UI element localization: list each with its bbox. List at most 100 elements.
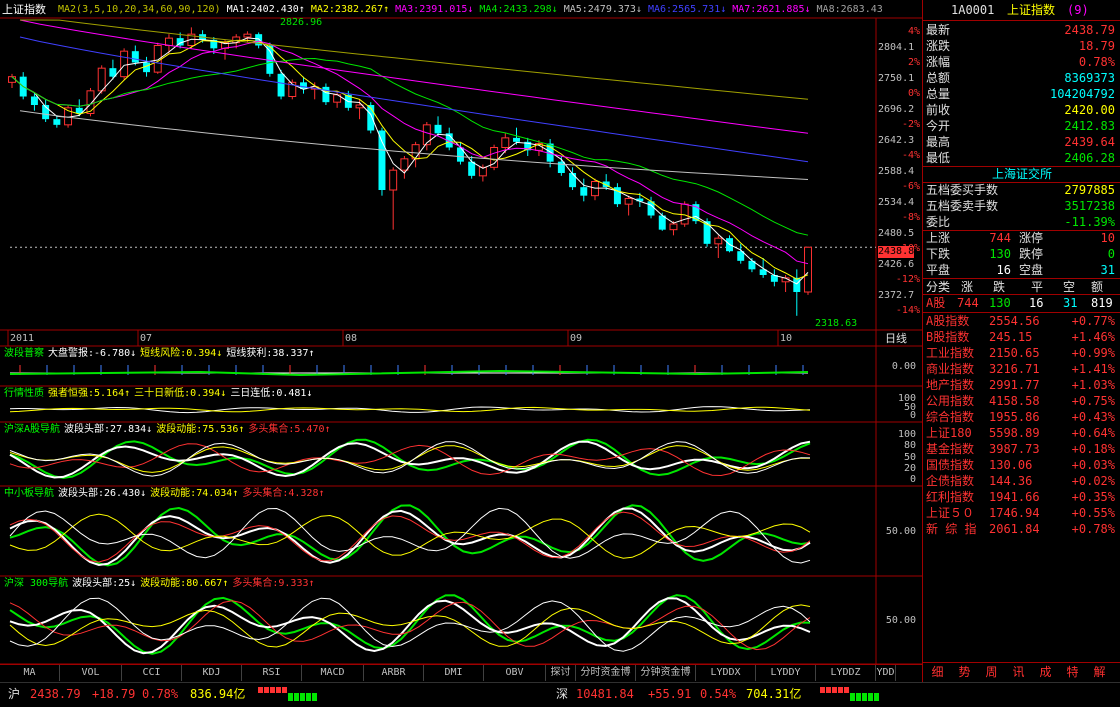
- index-row[interactable]: 基金指数 3987.73 +0.18%: [923, 441, 1120, 457]
- index-change: +0.02%: [1071, 474, 1115, 488]
- index-row[interactable]: A股指数 2554.56 +0.77%: [923, 313, 1120, 329]
- stock-name: 上证指数: [1007, 3, 1056, 17]
- index-name: 综合指数: [926, 410, 975, 424]
- indicator-tab[interactable]: 分时资金博: [576, 665, 636, 681]
- subchart-axis-label: 80: [903, 440, 916, 452]
- axis-pct-label: -12%: [895, 274, 920, 285]
- index-row[interactable]: B股指数 245.15 +1.46%: [923, 329, 1120, 345]
- panel-tab[interactable]: 周: [981, 664, 1002, 681]
- index-row[interactable]: 地产指数 2991.77 +1.03%: [923, 377, 1120, 393]
- bar-segment: [258, 687, 263, 693]
- panel-tab[interactable]: 解: [1089, 664, 1110, 681]
- indicator-tab[interactable]: KDJ: [182, 665, 242, 681]
- candle-body: [501, 137, 510, 149]
- legend-item: 波段动能:75.536↑: [156, 424, 245, 435]
- panel-tab[interactable]: 成: [1035, 664, 1056, 681]
- quote-value: 18.79: [1078, 39, 1115, 53]
- quote-row: 涨幅 0.78%: [923, 54, 1120, 70]
- quote-label: 总量: [926, 87, 951, 101]
- indicator-tab[interactable]: 探讨: [546, 665, 576, 681]
- quote-value: 2439.64: [1064, 135, 1115, 149]
- quote-row: 前收 2420.00: [923, 102, 1120, 118]
- index-row[interactable]: 企债指数 144.36 +0.02%: [923, 473, 1120, 489]
- period-label[interactable]: 日线: [885, 333, 907, 345]
- subchart-axis-label: 50.00: [885, 614, 916, 626]
- index-row[interactable]: 国债指数 130.06 +0.03%: [923, 457, 1120, 473]
- axis-pct-label: -14%: [895, 305, 920, 316]
- index-name: 地产指数: [926, 378, 975, 392]
- panel-tab[interactable]: 特: [1062, 664, 1083, 681]
- indicator-tab[interactable]: OBV: [484, 665, 546, 681]
- index-row[interactable]: 公用指数 4158.58 +0.75%: [923, 393, 1120, 409]
- legend-item: 沪深 300导航: [4, 578, 69, 589]
- breadth-label: 下跌: [926, 247, 951, 261]
- indicator-tab[interactable]: LYDDY: [756, 665, 816, 681]
- class-header-cell: 平: [1031, 280, 1044, 294]
- subchart-legend: 行情性质 强者恒强:5.164↑ 三十日新低:0.394↓ 三日连低:0.481↓: [4, 388, 316, 400]
- class-cell: 819: [1091, 296, 1113, 310]
- index-change: +0.78%: [1071, 522, 1115, 536]
- index-row[interactable]: 工业指数 2150.65 +0.99%: [923, 345, 1120, 361]
- class-cell: 130: [989, 296, 1011, 310]
- index-name: 上证180: [926, 426, 972, 440]
- axis-price-label: 2804.1: [878, 42, 915, 53]
- chart-area[interactable]: 上证指数 MA2(3,5,10,20,34,60,90,120) MA1:2402…: [0, 0, 922, 706]
- legend-item: 强者恒强:5.164↑: [48, 388, 131, 399]
- index-row[interactable]: 红利指数 1941.66 +0.35%: [923, 489, 1120, 505]
- quote-value: 0.78%: [1078, 55, 1115, 69]
- indicator-tab[interactable]: LYDDX: [696, 665, 756, 681]
- order-row: 委比 -11.39%: [923, 214, 1120, 230]
- panel-tab[interactable]: 势: [954, 664, 975, 681]
- panel-tab[interactable]: 讯: [1008, 664, 1029, 681]
- date-label: 09: [570, 333, 583, 344]
- panel-divider: [923, 230, 1120, 231]
- current-price-tag: 2438.8: [878, 246, 915, 258]
- subchart-legend: 波段普察 大盘警报:-6.780↓ 短线风险:0.394↓ 短线获利:38.337↑: [4, 348, 319, 360]
- panel-divider: [923, 312, 1120, 313]
- breadth-label: 涨停: [1019, 231, 1044, 245]
- index-row[interactable]: 上证180 5598.89 +0.64%: [923, 425, 1120, 441]
- indicator-tab[interactable]: CCI: [122, 665, 182, 681]
- class-header-cell: 额: [1091, 280, 1104, 294]
- indicator-tab[interactable]: MACD: [302, 665, 364, 681]
- quote-row: 最低 2406.28: [923, 150, 1120, 166]
- indicator-tab[interactable]: RSI: [242, 665, 302, 681]
- indicator-tab[interactable]: YDD: [876, 665, 896, 681]
- axis-pct-label: -4%: [901, 150, 920, 161]
- index-row[interactable]: 新 综 指 2061.84 +0.78%: [923, 521, 1120, 537]
- class-row[interactable]: A股 744 130 16 31 819: [923, 295, 1120, 311]
- sh-pct: 0.78%: [142, 687, 179, 701]
- bar-segment: [288, 693, 293, 701]
- panel-tab[interactable]: 细: [927, 664, 948, 681]
- axis-price-label: 2588.4: [878, 166, 915, 177]
- indicator-tab[interactable]: 分钟资金博: [636, 665, 696, 681]
- stock-badge: (9): [1067, 3, 1089, 17]
- quote-value: 8369373: [1064, 71, 1115, 85]
- indicator-tab[interactable]: VOL: [60, 665, 122, 681]
- index-change: +0.99%: [1071, 346, 1115, 360]
- indicator-tab[interactable]: ARBR: [364, 665, 424, 681]
- subchart-axis-label: 0: [909, 474, 916, 485]
- low-label: 2318.63: [815, 318, 858, 329]
- indicator-tab[interactable]: MA: [0, 665, 60, 681]
- axis-pct-label: -8%: [901, 212, 920, 223]
- index-row[interactable]: 上证５０ 1746.94 +0.55%: [923, 505, 1120, 521]
- order-value: 3517238: [1064, 199, 1115, 213]
- bar-segment: [270, 687, 275, 693]
- indicator-tab[interactable]: DMI: [424, 665, 484, 681]
- sz-amount: 704.31亿: [746, 687, 802, 701]
- indicator-line: [9, 369, 809, 377]
- index-value: 2150.65: [989, 346, 1040, 360]
- candle-body: [669, 223, 678, 231]
- index-row[interactable]: 商业指数 3216.71 +1.41%: [923, 361, 1120, 377]
- indicator-tab[interactable]: LYDDZ: [816, 665, 876, 681]
- candle-body: [277, 73, 285, 97]
- index-row[interactable]: 综合指数 1955.86 +0.43%: [923, 409, 1120, 425]
- candle-body: [164, 37, 173, 47]
- sz-volume-bar: [820, 687, 880, 701]
- breadth-row: 上涨 744 涨停 10: [923, 230, 1120, 246]
- breadth-label: 平盘: [926, 263, 951, 277]
- subchart-axis-label: 50: [903, 451, 916, 463]
- sz-label: 深: [556, 687, 569, 701]
- axis-price-label: 2750.1: [878, 73, 915, 84]
